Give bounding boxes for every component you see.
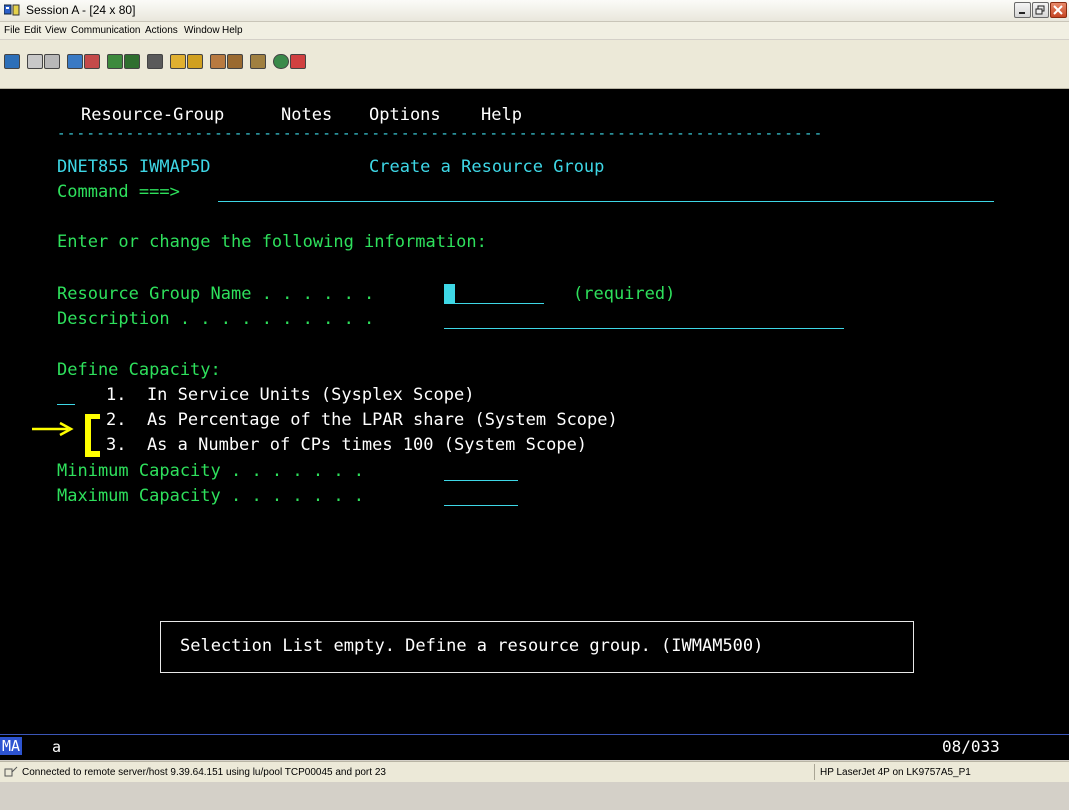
session-icon: [4, 4, 20, 16]
panel-title: Create a Resource Group: [369, 157, 605, 177]
printer-status: HP LaserJet 4P on LK9757A5_P1: [820, 767, 971, 778]
maximum-capacity-field[interactable]: [444, 505, 518, 506]
required-label: (required): [573, 284, 676, 304]
menu-window[interactable]: Window: [184, 25, 220, 36]
annotation-arrow-icon: [32, 414, 100, 457]
text-cursor: [444, 284, 455, 303]
keyboard-icon[interactable]: [147, 54, 163, 69]
restore-icon: [1035, 5, 1045, 15]
menu-view[interactable]: View: [45, 25, 67, 36]
terminal-screen[interactable]: Resource-Group Notes Options Help ------…: [0, 89, 1069, 734]
capacity-choice-field[interactable]: [57, 404, 75, 405]
menu-actions[interactable]: Actions: [145, 25, 178, 36]
resource-group-name-label: Resource Group Name . . . . . .: [57, 284, 375, 304]
menu-edit[interactable]: Edit: [24, 25, 41, 36]
title-bar: Session A - [24 x 80]: [0, 0, 1069, 22]
oia-mode-indicator: MA: [0, 737, 23, 755]
close-icon: [1053, 5, 1063, 15]
action-bar-resource-group[interactable]: Resource-Group: [81, 105, 224, 125]
action-bar-help[interactable]: Help: [481, 105, 522, 125]
capacity-option-2: 2. As Percentage of the LPAR share (Syst…: [106, 410, 618, 430]
oia-session-id: a: [52, 738, 62, 756]
menu-file[interactable]: File: [4, 25, 20, 36]
description-label: Description . . . . . . . . . .: [57, 309, 375, 329]
cursor-position: 08/033: [942, 737, 1000, 756]
description-field[interactable]: [444, 328, 844, 329]
capacity-option-3: 3. As a Number of CPs times 100 (System …: [106, 435, 588, 455]
connection-status: Connected to remote server/host 9.39.64.…: [22, 767, 386, 778]
transfer-receive-icon[interactable]: [227, 54, 243, 69]
macro-record-icon[interactable]: [170, 54, 186, 69]
window-bottom-area: [0, 782, 1069, 810]
message-text: Selection List empty. Define a resource …: [180, 636, 764, 656]
minimize-button[interactable]: [1014, 2, 1031, 18]
settings-icon[interactable]: [250, 54, 266, 69]
transfer-icon[interactable]: [210, 54, 226, 69]
menu-bar: File Edit View Communication Actions Win…: [0, 22, 1069, 39]
operator-information-area: MA a 08/033: [0, 734, 1069, 760]
instruction-text: Enter or change the following informatio…: [57, 232, 487, 252]
copy-icon[interactable]: [27, 54, 43, 69]
menu-help[interactable]: Help: [222, 25, 243, 36]
minimum-capacity-label: Minimum Capacity . . . . . . .: [57, 461, 365, 481]
send-icon[interactable]: [67, 54, 83, 69]
action-bar-options[interactable]: Options: [369, 105, 441, 125]
panel-id: DNET855 IWMAP5D: [57, 157, 211, 177]
capacity-option-1: 1. In Service Units (Sysplex Scope): [106, 385, 475, 405]
window-title: Session A - [24 x 80]: [26, 3, 136, 17]
status-bar: Connected to remote server/host 9.39.64.…: [0, 761, 1069, 782]
minimum-capacity-field[interactable]: [444, 480, 518, 481]
command-label: Command ===>: [57, 182, 180, 202]
globe-icon[interactable]: [273, 54, 289, 69]
action-bar-separator: ----------------------------------------…: [57, 126, 824, 142]
help-icon[interactable]: [290, 54, 306, 69]
resource-group-name-field[interactable]: [444, 303, 544, 304]
toolbar: [0, 40, 1069, 89]
restore-button[interactable]: [1032, 2, 1049, 18]
define-capacity-label: Define Capacity:: [57, 360, 221, 380]
connection-icon: [4, 766, 18, 777]
menu-communication[interactable]: Communication: [71, 25, 140, 36]
display-icon[interactable]: [107, 54, 123, 69]
macro-play-icon[interactable]: [187, 54, 203, 69]
paste-icon[interactable]: [44, 54, 60, 69]
maximum-capacity-label: Maximum Capacity . . . . . . .: [57, 486, 365, 506]
status-separator: [814, 764, 815, 780]
minimize-icon: [1019, 12, 1025, 14]
print-screen-icon[interactable]: [4, 54, 20, 69]
receive-icon[interactable]: [84, 54, 100, 69]
action-bar-notes[interactable]: Notes: [281, 105, 332, 125]
close-button[interactable]: [1050, 2, 1067, 18]
message-box: Selection List empty. Define a resource …: [160, 621, 914, 673]
command-input[interactable]: [218, 201, 994, 202]
color-icon[interactable]: [124, 54, 140, 69]
